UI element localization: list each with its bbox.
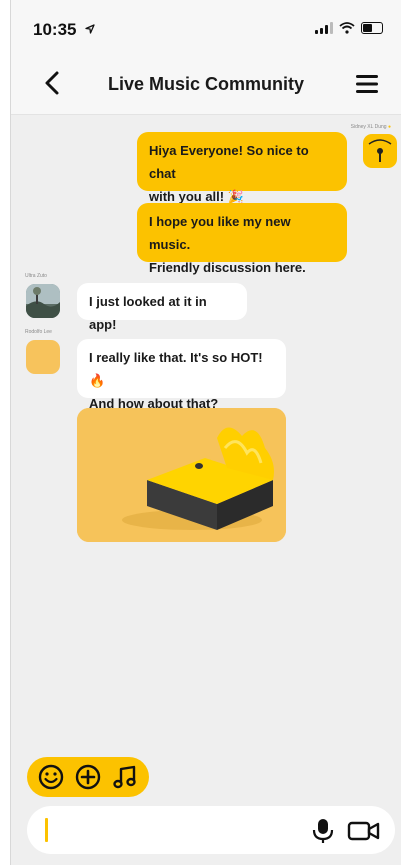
- sender-name: Rodolfo Lee: [25, 329, 52, 335]
- message-text: I really like that. It's so HOT! 🔥: [89, 350, 263, 388]
- signal-icon: [315, 22, 333, 34]
- avatar[interactable]: [26, 340, 60, 374]
- sender-name: Sidney XL Dung ●: [350, 124, 391, 130]
- text-caret: [45, 818, 48, 842]
- microphone-icon[interactable]: [311, 818, 335, 844]
- phone-screen: 10:35 Live Music Community Sidney XL Dun…: [10, 0, 401, 865]
- avatar[interactable]: [363, 134, 397, 168]
- battery-icon: [361, 22, 383, 34]
- message-text: Hiya Everyone! So nice to chat: [149, 143, 309, 181]
- quick-actions-toolbar: [27, 757, 149, 797]
- message-text: Friendly discussion here.: [149, 260, 306, 275]
- music-note-icon[interactable]: [111, 763, 139, 791]
- message-composer: [27, 806, 395, 854]
- status-icons: [315, 22, 383, 34]
- avatar-guitar-icon: [368, 139, 392, 162]
- nav-header: Live Music Community: [11, 56, 401, 115]
- message-text: I just looked at it in app!: [89, 294, 207, 332]
- status-bar: 10:35: [11, 0, 401, 56]
- message-bubble-incoming: I really like that. It's so HOT! 🔥 And h…: [77, 339, 286, 411]
- wifi-icon: [339, 22, 355, 34]
- plus-circle-icon[interactable]: [74, 763, 102, 791]
- message-input[interactable]: [53, 816, 307, 846]
- avatar-landscape-icon: [26, 284, 60, 318]
- video-camera-icon[interactable]: [347, 820, 381, 842]
- status-time: 10:35: [33, 20, 77, 39]
- location-arrow-icon: [85, 24, 95, 34]
- message-bubble-incoming: I just looked at it in app!: [77, 283, 247, 332]
- smiley-icon[interactable]: [37, 763, 65, 791]
- image-message[interactable]: [77, 408, 286, 542]
- page-title: Live Music Community: [107, 74, 305, 94]
- hamburger-menu-icon[interactable]: [353, 70, 381, 98]
- yellow-liquid-block-image: [77, 408, 286, 542]
- sender-name: Ultra Zuto: [25, 273, 47, 279]
- message-bubble-outgoing: I hope you like my new music. Friendly d…: [137, 203, 347, 275]
- avatar[interactable]: [26, 284, 60, 318]
- message-text: I hope you like my new music.: [149, 214, 291, 252]
- message-bubble-outgoing: Hiya Everyone! So nice to chat with you …: [137, 132, 347, 204]
